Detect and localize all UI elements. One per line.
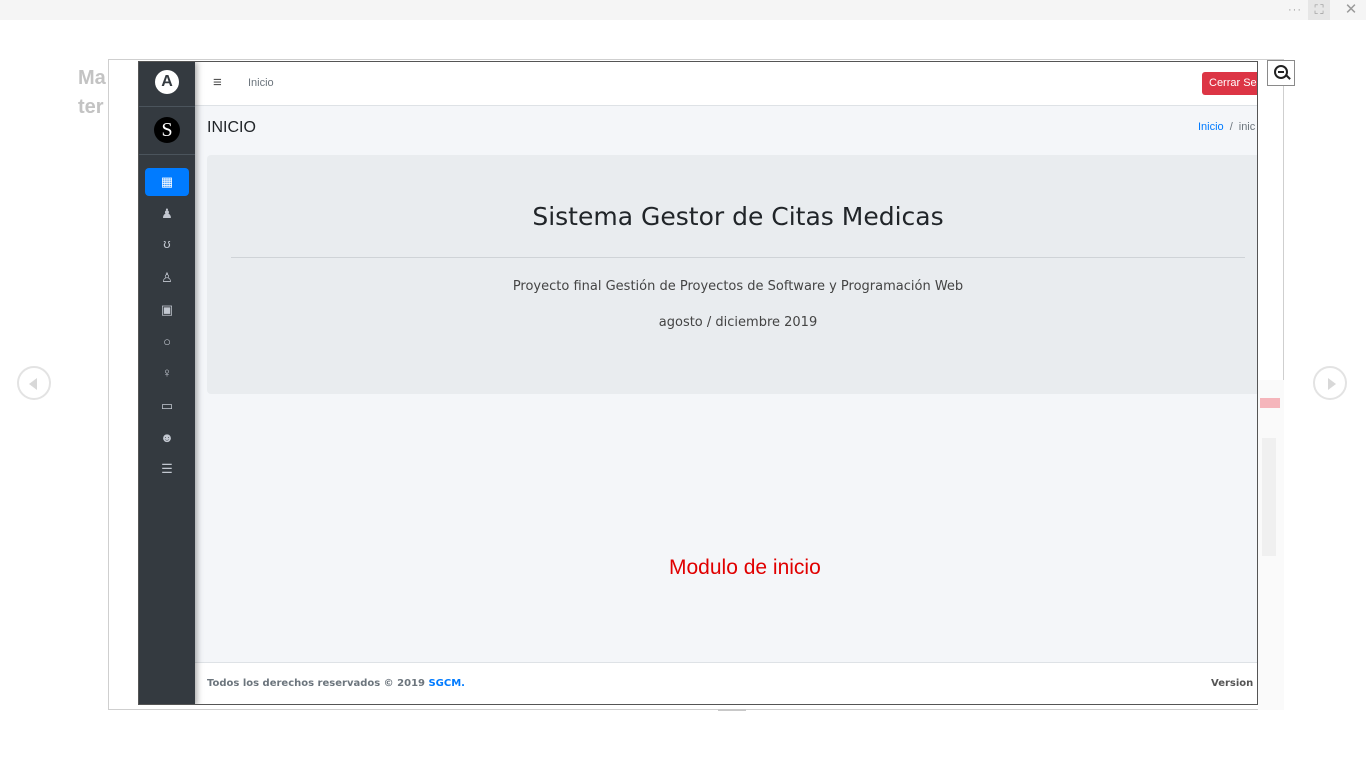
module-label: Modulo de inicio (669, 556, 821, 579)
circle-icon: ○ (163, 334, 171, 349)
chevron-left-icon (29, 378, 37, 390)
viewer-toolbar: ··· ⛶ ✕ (0, 0, 1366, 20)
sidebar-item-stethoscope[interactable]: ʊ (145, 230, 189, 258)
logout-button[interactable]: Cerrar Sesi (1202, 72, 1257, 95)
footer-copyright: Todos los derechos reservados © 2019 SGC… (207, 678, 465, 689)
doctor-icon: ♙ (161, 270, 173, 285)
divider (231, 257, 1245, 258)
scroll-indicator (718, 709, 746, 711)
background-page-text: Ma ter (78, 64, 106, 122)
tasks-icon: ☰ (161, 461, 173, 476)
fullscreen-icon[interactable]: ⛶ (1308, 0, 1330, 20)
breadcrumb-current: inic (1238, 121, 1256, 133)
next-image-button[interactable] (1313, 366, 1347, 400)
chevron-right-icon (1328, 378, 1336, 390)
footer-rights-text: Todos los derechos reservados © 2019 (207, 678, 425, 689)
user-icon: ♀ (162, 365, 172, 380)
sidebar-item-doctor[interactable]: ♙ (145, 264, 189, 292)
grid-icon: ▦ (160, 174, 174, 189)
next-image-peek-button (1260, 398, 1280, 408)
stethoscope-icon: ʊ (163, 236, 171, 251)
sidebar-item-person[interactable]: ♟ (145, 200, 189, 228)
footer: Todos los derechos reservados © 2019 SGC… (195, 662, 1257, 704)
sidebar-item-users[interactable]: ☻ (145, 424, 189, 452)
page-title: INICIO (207, 119, 256, 136)
user-avatar[interactable]: S (154, 117, 180, 143)
zoom-handle (1285, 74, 1291, 80)
nav-link-inicio[interactable]: Inicio (248, 77, 274, 89)
sidebar-item-grid[interactable]: ▦ (145, 168, 189, 196)
breadcrumb: Inicio / inic (1198, 121, 1255, 133)
sidebar-item-desktop[interactable]: ▭ (145, 392, 189, 420)
sidebar-item-user[interactable]: ♀ (145, 359, 189, 387)
breadcrumb-separator: / (1229, 121, 1233, 133)
divider (139, 154, 195, 155)
person-icon: ♟ (161, 206, 173, 221)
sidebar-item-hospital[interactable]: ▣ (145, 296, 189, 324)
project-description: Proyecto final Gestión de Proyectos de S… (512, 279, 964, 294)
sidebar-item-tasks[interactable]: ☰ (145, 455, 189, 483)
divider (139, 106, 195, 107)
system-title: Sistema Gestor de Citas Medicas (532, 202, 944, 231)
zoom-out-button[interactable] (1267, 60, 1295, 86)
close-icon[interactable]: ✕ (1340, 0, 1362, 20)
background-text-line: ter (78, 96, 104, 118)
next-image-peek-column (1262, 438, 1276, 556)
desktop-icon: ▭ (160, 398, 174, 413)
hospital-icon: ▣ (160, 302, 174, 317)
sidebar: A S ▦ ♟ ʊ ♙ ▣ ○ ♀ ▭ ☻ ☰ (139, 62, 195, 704)
footer-brand-link[interactable]: SGCM. (428, 678, 465, 689)
more-options-icon[interactable]: ··· (1284, 0, 1306, 20)
footer-version: Version 2 (1211, 678, 1257, 689)
sidebar-item-circle[interactable]: ○ (145, 328, 189, 356)
welcome-jumbotron: Sistema Gestor de Citas Medicas Proyecto… (207, 155, 1257, 394)
users-icon: ☻ (160, 430, 174, 445)
background-text-line: Ma (78, 67, 106, 89)
breadcrumb-home-link[interactable]: Inicio (1198, 121, 1224, 133)
project-period: agosto / diciembre 2019 (658, 315, 818, 330)
previous-image-button[interactable] (17, 366, 51, 400)
app-window: A S ▦ ♟ ʊ ♙ ▣ ○ ♀ ▭ ☻ ☰ ≡ Inicio Cerrar Sesi INIC… (138, 61, 1258, 705)
menu-toggle-icon[interactable]: ≡ (213, 74, 222, 91)
top-navbar: ≡ Inicio Cerrar Sesi (195, 62, 1257, 106)
brand-logo[interactable]: A (155, 70, 179, 94)
